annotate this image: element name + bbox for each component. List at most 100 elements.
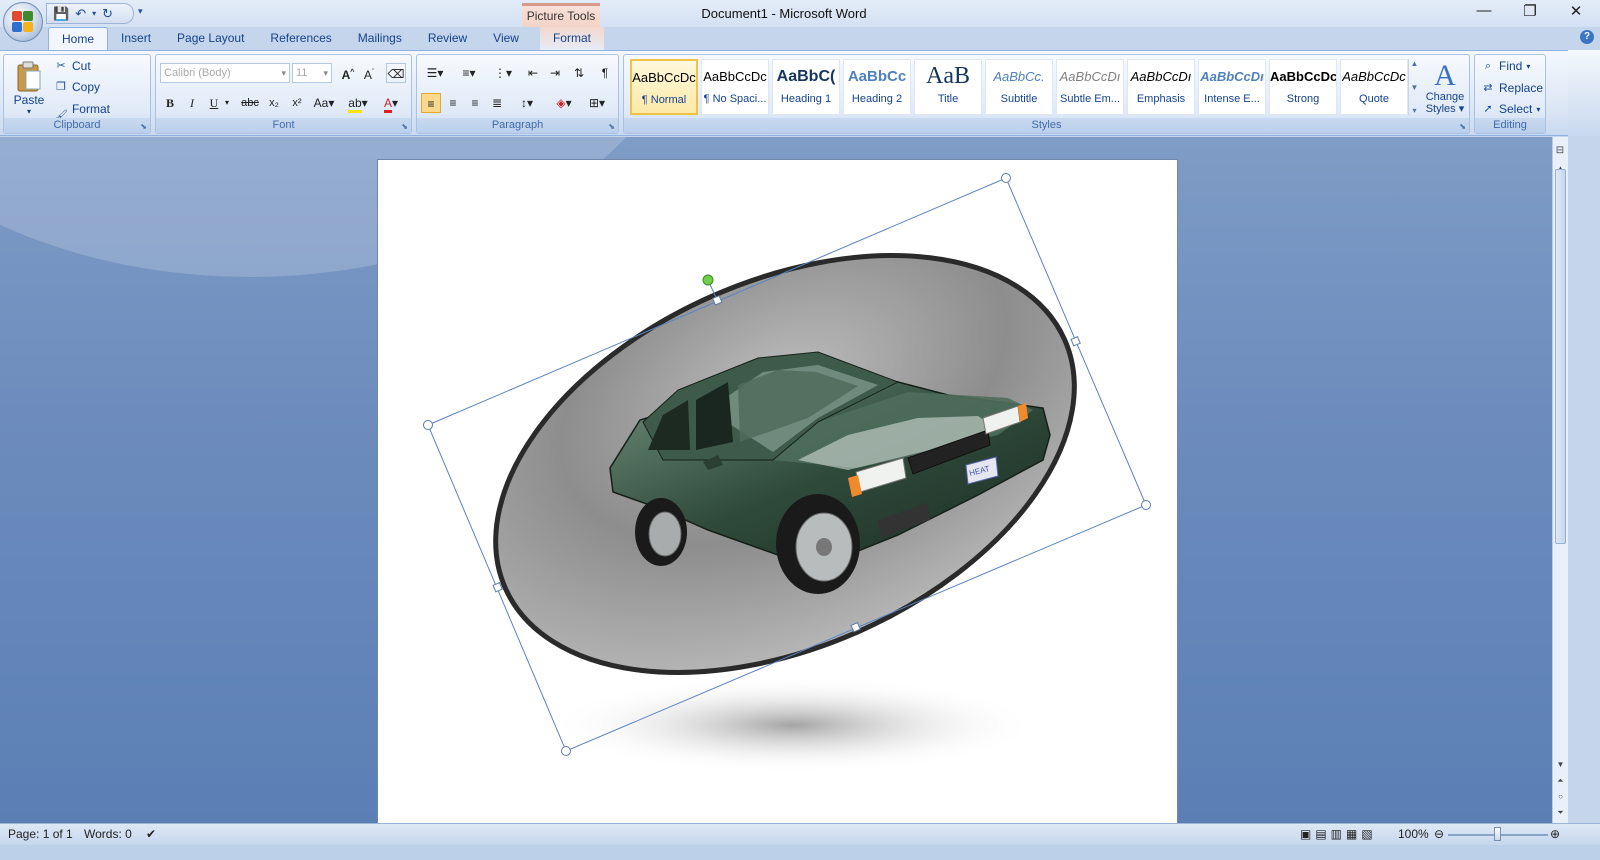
justify-icon[interactable]: ≣ [487, 93, 507, 113]
subscript-icon[interactable]: x₂ [264, 93, 284, 113]
style-subtle-emphasis[interactable]: AaBbCcDı Subtle Em... [1056, 59, 1124, 115]
multilevel-list-icon[interactable]: ⋮▾ [489, 63, 517, 83]
resize-handle-right[interactable] [1141, 500, 1151, 510]
tab-references[interactable]: References [257, 27, 344, 50]
clipboard-group-label: Clipboard [4, 118, 150, 133]
paragraph-launcher-icon[interactable]: ⬊ [608, 122, 615, 131]
close-icon[interactable]: ✕ [1564, 2, 1588, 20]
tab-mailings[interactable]: Mailings [345, 27, 415, 50]
font-color-icon[interactable]: A▾ [378, 93, 404, 113]
tab-format[interactable]: Format [539, 27, 604, 50]
view-buttons[interactable]: ▣▤▥▦▧ [1300, 827, 1377, 841]
scroll-thumb[interactable] [1555, 169, 1566, 544]
minimize-icon[interactable]: — [1472, 2, 1496, 20]
scroll-down-icon[interactable]: ▼ [1411, 83, 1419, 92]
restore-icon[interactable]: ❐ [1518, 2, 1542, 20]
highlight-icon[interactable]: ab▾ [345, 93, 371, 113]
numbering-icon[interactable]: ≡▾ [455, 63, 483, 83]
style-intense-emphasis[interactable]: AaBbCcDı Intense E... [1198, 59, 1266, 115]
bold-icon[interactable]: B [160, 93, 180, 113]
style-heading-2[interactable]: AaBbCc Heading 2 [843, 59, 911, 115]
style-no-spacing[interactable]: AaBbCcDc ¶ No Spaci... [701, 59, 769, 115]
change-case-icon[interactable]: Aa▾ [311, 93, 337, 113]
resize-handle-bottom[interactable] [561, 746, 571, 756]
font-launcher-icon[interactable]: ⬊ [401, 122, 408, 131]
styles-launcher-icon[interactable]: ⬊ [1459, 122, 1466, 131]
ribbon: Paste ▾ ✂Cut ❐Copy 🖌Format Painter Clipb… [0, 50, 1568, 136]
tab-insert[interactable]: Insert [108, 27, 164, 50]
find-button[interactable]: ⌕ Find ▾ [1481, 59, 1530, 73]
italic-icon[interactable]: I [182, 93, 202, 113]
paste-dropdown-icon: ▾ [26, 106, 31, 116]
underline-dropdown-icon[interactable]: ▾ [222, 93, 232, 113]
select-button[interactable]: ➚ Select ▾ [1481, 102, 1540, 116]
page-count[interactable]: Page: 1 of 1 [8, 827, 73, 841]
word-count[interactable]: Words: 0 [84, 827, 132, 841]
show-formatting-icon[interactable]: ¶ [595, 63, 615, 83]
style-quote[interactable]: AaBbCcDc Quote [1340, 59, 1408, 115]
resize-handle-left-mid[interactable] [492, 582, 503, 593]
zoom-level[interactable]: 100% [1398, 827, 1429, 841]
clipboard-launcher-icon[interactable]: ⬊ [140, 122, 147, 131]
help-icon[interactable]: ? [1580, 30, 1594, 44]
style-title[interactable]: AaB Title [914, 59, 982, 115]
style-emphasis[interactable]: AaBbCcDı Emphasis [1127, 59, 1195, 115]
resize-handle-left[interactable] [423, 420, 433, 430]
font-name-combo[interactable]: Calibri (Body) [160, 63, 290, 83]
office-button[interactable] [3, 2, 43, 42]
copy-button[interactable]: ❐ Copy [54, 80, 100, 94]
zoom-out-icon[interactable]: ⊖ [1434, 827, 1444, 841]
cut-button[interactable]: ✂ Cut [54, 59, 90, 73]
rotation-handle[interactable] [702, 274, 714, 286]
decrease-indent-icon[interactable]: ⇤ [523, 63, 543, 83]
view-ruler-icon[interactable]: ⊟ [1552, 145, 1568, 161]
vertical-scrollbar[interactable]: ▲ ▼ ⏶ ○ ⏷ [1552, 137, 1568, 823]
align-left-icon[interactable]: ≡ [421, 93, 441, 113]
replace-button[interactable]: ⇄ Replace [1481, 81, 1543, 95]
style-strong[interactable]: AaBbCcDc Strong [1269, 59, 1337, 115]
styles-group: AaBbCcDc ¶ Normal AaBbCcDc ¶ No Spaci...… [623, 54, 1470, 134]
next-page-icon[interactable]: ⏷ [1553, 805, 1568, 820]
zoom-slider-knob[interactable] [1494, 827, 1501, 841]
align-center-icon[interactable]: ≡ [443, 93, 463, 113]
underline-icon[interactable]: U [204, 93, 224, 113]
clipboard-group: Paste ▾ ✂Cut ❐Copy 🖌Format Painter Clipb… [3, 54, 151, 134]
zoom-in-icon[interactable]: ⊕ [1550, 827, 1560, 841]
superscript-icon[interactable]: x² [287, 93, 307, 113]
tab-review[interactable]: Review [415, 27, 480, 50]
select-browse-object-icon[interactable]: ○ [1553, 789, 1568, 804]
paste-button[interactable]: Paste ▾ [8, 57, 50, 119]
document-workspace: HEAT [0, 137, 1552, 823]
tab-home[interactable]: Home [48, 27, 109, 50]
line-spacing-icon[interactable]: ↕▾ [513, 93, 541, 113]
borders-icon[interactable]: ⊞▾ [583, 93, 611, 113]
scroll-up-icon[interactable]: ▲ [1411, 59, 1419, 68]
increase-indent-icon[interactable]: ⇥ [545, 63, 565, 83]
previous-page-icon[interactable]: ⏶ [1553, 773, 1568, 788]
shading-icon[interactable]: ◈▾ [549, 93, 579, 113]
ribbon-tabs: Home Insert Page Layout References Maili… [48, 27, 604, 50]
bullets-icon[interactable]: ☰▾ [421, 63, 449, 83]
style-normal[interactable]: AaBbCcDc ¶ Normal [630, 59, 698, 115]
sort-icon[interactable]: ⇅ [569, 63, 589, 83]
style-subtitle[interactable]: AaBbCc. Subtitle [985, 59, 1053, 115]
scroll-down-arrow-icon[interactable]: ▼ [1553, 757, 1568, 772]
tab-view[interactable]: View [480, 27, 532, 50]
clear-formatting-icon[interactable]: ⌫ [386, 63, 406, 83]
shrink-font-icon[interactable]: Aˇ [359, 63, 379, 83]
align-right-icon[interactable]: ≡ [465, 93, 485, 113]
tab-page-layout[interactable]: Page Layout [164, 27, 257, 50]
proofing-icon[interactable]: ✔ [146, 827, 156, 841]
change-styles-button[interactable]: A Change Styles ▾ [1422, 57, 1468, 119]
selected-picture[interactable]: HEAT [378, 160, 1179, 823]
document-page[interactable]: HEAT [377, 159, 1178, 823]
status-bar: Page: 1 of 1 Words: 0 ✔ ▣▤▥▦▧ 100% ⊖ ⊕ [0, 823, 1600, 845]
font-size-combo[interactable]: 11 [292, 63, 332, 83]
resize-handle-top[interactable] [1001, 173, 1011, 183]
strikethrough-icon[interactable]: abc [240, 93, 260, 113]
more-styles-icon[interactable]: ▾ [1412, 106, 1416, 115]
resize-handle-right-mid[interactable] [1070, 336, 1081, 347]
styles-gallery-scroll[interactable]: ▲ ▼ ▾ [1408, 59, 1420, 115]
style-heading-1[interactable]: AaBbC( Heading 1 [772, 59, 840, 115]
grow-font-icon[interactable]: A^ [338, 63, 358, 83]
